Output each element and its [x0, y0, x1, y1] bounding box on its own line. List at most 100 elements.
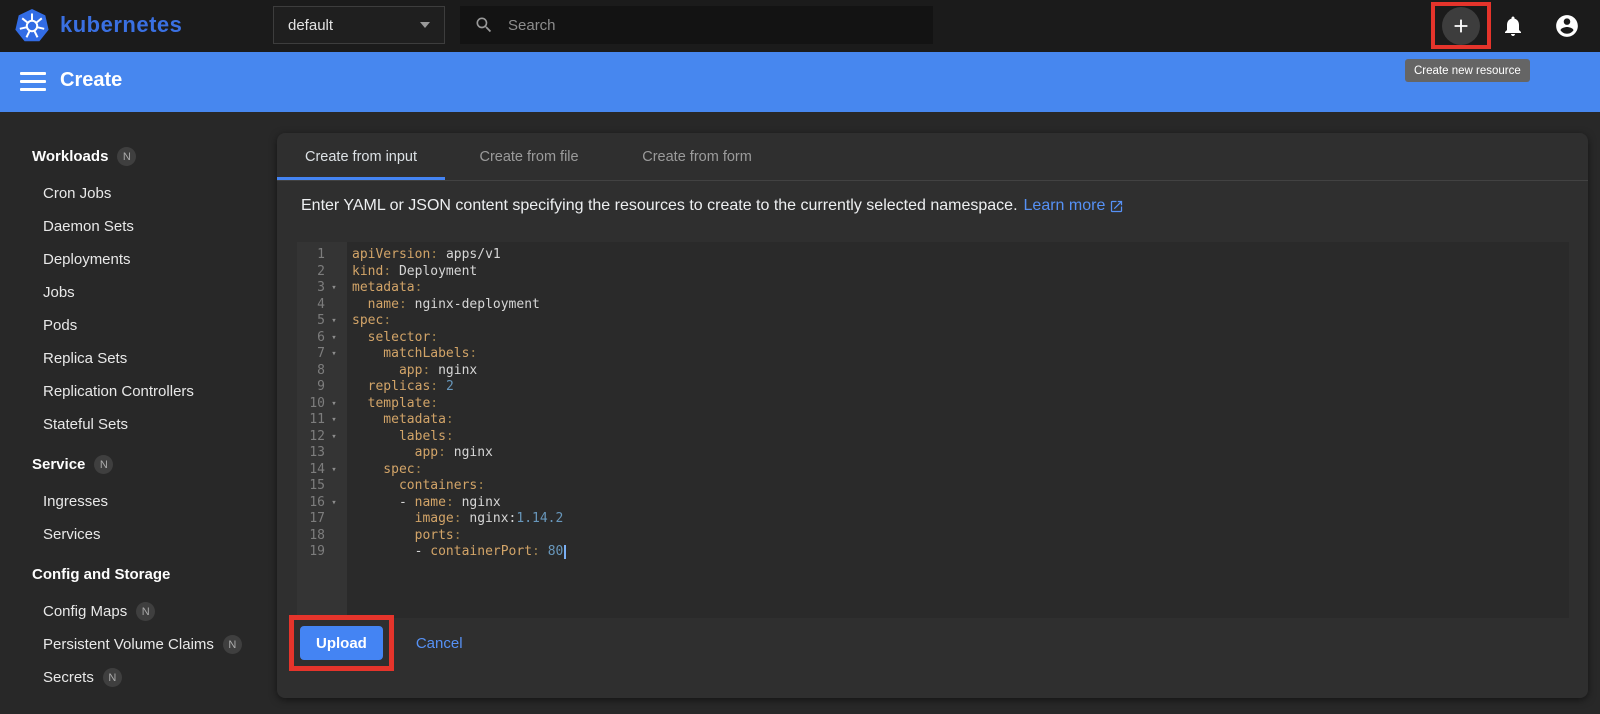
tab-label: Create from form	[642, 148, 752, 165]
gutter-row: 4	[297, 297, 347, 314]
highlight-box-upload-button: Upload	[289, 615, 394, 671]
code-line-7: matchLabels:	[352, 346, 478, 361]
line-number: 3	[317, 280, 325, 295]
fold-toggle-icon[interactable]: ▾	[325, 429, 343, 446]
sidebar-item-persistent-volume-claims[interactable]: Persistent Volume Claims N	[32, 628, 272, 661]
sidebar-item-pods[interactable]: Pods	[32, 309, 272, 342]
sidebar-item-jobs[interactable]: Jobs	[32, 276, 272, 309]
yaml-editor[interactable]: 1 2 3 ▾ 4 5 ▾ 6 ▾ 7 ▾ 8 9 10 ▾ 11 ▾ 12 ▾ 13 14 ▾ 15 16 ▾ 17 18 19 a…	[297, 242, 1569, 618]
gutter-row: 18	[297, 528, 347, 545]
create-panel: Create from input Create from file Create …	[277, 133, 1588, 698]
gutter-row: 19	[297, 544, 347, 561]
tab-create-from-file[interactable]: Create from file	[445, 133, 613, 180]
sidebar-item-daemon-sets[interactable]: Daemon Sets	[32, 210, 272, 243]
account-circle-icon	[1556, 15, 1578, 37]
fold-toggle-icon[interactable]: ▾	[325, 462, 343, 479]
editor-code[interactable]: apiVersion: apps/v1 kind: Deployment metad…	[347, 242, 1569, 618]
upload-button[interactable]: Upload	[300, 626, 383, 660]
line-number: 19	[309, 544, 325, 559]
fold-toggle-icon[interactable]: ▾	[325, 330, 343, 347]
sidebar-section-label: Config and Storage	[32, 566, 171, 583]
code-line-3: metadata:	[352, 280, 423, 295]
search-input[interactable]	[508, 16, 919, 34]
tab-create-from-form[interactable]: Create from form	[613, 133, 781, 180]
kubernetes-dashboard: kubernetes default Search Create new res…	[0, 0, 1600, 714]
sidebar-item-label: Replication Controllers	[43, 383, 194, 400]
code-line-12: labels:	[352, 428, 454, 444]
sidebar-item-label: Config Maps	[43, 603, 128, 620]
code-line-19: - containerPort: 80	[352, 544, 1569, 561]
namespaced-badge: N	[117, 147, 137, 166]
sidebar-item-ingresses[interactable]: Ingresses	[32, 485, 272, 518]
gutter-row: 12 ▾	[297, 429, 347, 446]
gutter-row: 6 ▾	[297, 330, 347, 347]
sidebar-section-service[interactable]: Service N	[32, 448, 272, 481]
sidebar-item-replication-controllers[interactable]: Replication Controllers	[32, 375, 272, 408]
tab-create-from-input[interactable]: Create from input	[277, 133, 446, 180]
sidebar-section-config-and-storage[interactable]: Config and Storage	[32, 558, 272, 591]
sidebar-item-stateful-sets[interactable]: Stateful Sets	[32, 408, 272, 441]
sidebar-item-label: Cron Jobs	[43, 185, 112, 202]
gutter-row: 8	[297, 363, 347, 380]
line-number: 13	[309, 445, 325, 460]
sidebar-item-cron-jobs[interactable]: Cron Jobs	[32, 177, 272, 210]
account-button[interactable]	[1554, 13, 1580, 39]
line-number: 12	[309, 428, 325, 444]
search-bar[interactable]	[460, 6, 933, 44]
sidebar-item-config-maps[interactable]: Config Maps N	[32, 595, 272, 628]
code-line-17: image: nginx:1.14.2	[352, 511, 564, 526]
code-line-10: template:	[352, 395, 439, 411]
fold-toggle-icon[interactable]: ▾	[325, 412, 343, 429]
namespaced-badge: N	[136, 602, 156, 621]
code-line-6: selector:	[352, 329, 439, 345]
editor-gutter: 1 2 3 ▾ 4 5 ▾ 6 ▾ 7 ▾ 8 9 10 ▾ 11 ▾ 12 ▾ 13 14 ▾ 15 16 ▾ 17 18 19	[297, 242, 347, 618]
notifications-button[interactable]	[1500, 13, 1526, 39]
brand-text[interactable]: kubernetes	[60, 12, 182, 38]
fold-toggle-icon[interactable]: ▾	[325, 396, 343, 413]
code-line-18: ports:	[352, 527, 462, 543]
sidebar-item-label: Secrets	[43, 669, 94, 686]
menu-button[interactable]	[20, 68, 46, 94]
sidebar-item-label: Daemon Sets	[43, 218, 134, 235]
gutter-row: 11 ▾	[297, 412, 347, 429]
tab-label: Create from input	[305, 148, 418, 165]
actions-row: Upload Cancel	[289, 615, 463, 671]
gutter-row: 7 ▾	[297, 346, 347, 363]
gutter-row: 3 ▾	[297, 280, 347, 297]
line-number: 9	[317, 379, 325, 394]
sidebar-item-secrets[interactable]: Secrets N	[32, 661, 272, 694]
gutter-row: 2	[297, 264, 347, 281]
line-number: 4	[317, 296, 325, 312]
code-line-8: app: nginx	[352, 362, 478, 378]
gutter-row: 10 ▾	[297, 396, 347, 413]
sidebar-item-label: Pods	[43, 317, 78, 334]
gutter-row: 13	[297, 445, 347, 462]
create-new-resource-button[interactable]	[1442, 6, 1480, 45]
tooltip: Create new resource	[1405, 59, 1530, 82]
fold-toggle-icon[interactable]: ▾	[325, 313, 343, 330]
gutter-row: 5 ▾	[297, 313, 347, 330]
code-line-15: containers:	[352, 478, 486, 493]
line-number: 2	[317, 263, 325, 279]
line-number: 14	[309, 461, 325, 477]
sidebar-item-replica-sets[interactable]: Replica Sets	[32, 342, 272, 375]
kubernetes-logo-icon[interactable]	[14, 8, 50, 44]
chevron-down-icon	[420, 22, 430, 28]
gutter-row: 14 ▾	[297, 462, 347, 479]
learn-more-link[interactable]: Learn more	[1024, 197, 1125, 215]
sidebar-item-services[interactable]: Services	[32, 518, 272, 551]
sidebar-section-workloads[interactable]: Workloads N	[32, 140, 272, 173]
external-link-icon	[1111, 200, 1123, 212]
text-cursor	[564, 545, 567, 559]
description-text: Enter YAML or JSON content specifying th…	[301, 197, 1018, 214]
line-number: 16	[309, 494, 325, 510]
fold-toggle-icon[interactable]: ▾	[325, 495, 343, 512]
cancel-button[interactable]: Cancel	[416, 635, 463, 652]
sidebar-item-deployments[interactable]: Deployments	[32, 243, 272, 276]
fold-toggle-icon[interactable]: ▾	[325, 346, 343, 363]
line-number: 17	[309, 511, 325, 526]
gutter-row: 9	[297, 379, 347, 396]
namespace-selector[interactable]: default	[273, 6, 445, 44]
code-line-2: kind: Deployment	[352, 263, 478, 279]
fold-toggle-icon[interactable]: ▾	[325, 280, 343, 297]
